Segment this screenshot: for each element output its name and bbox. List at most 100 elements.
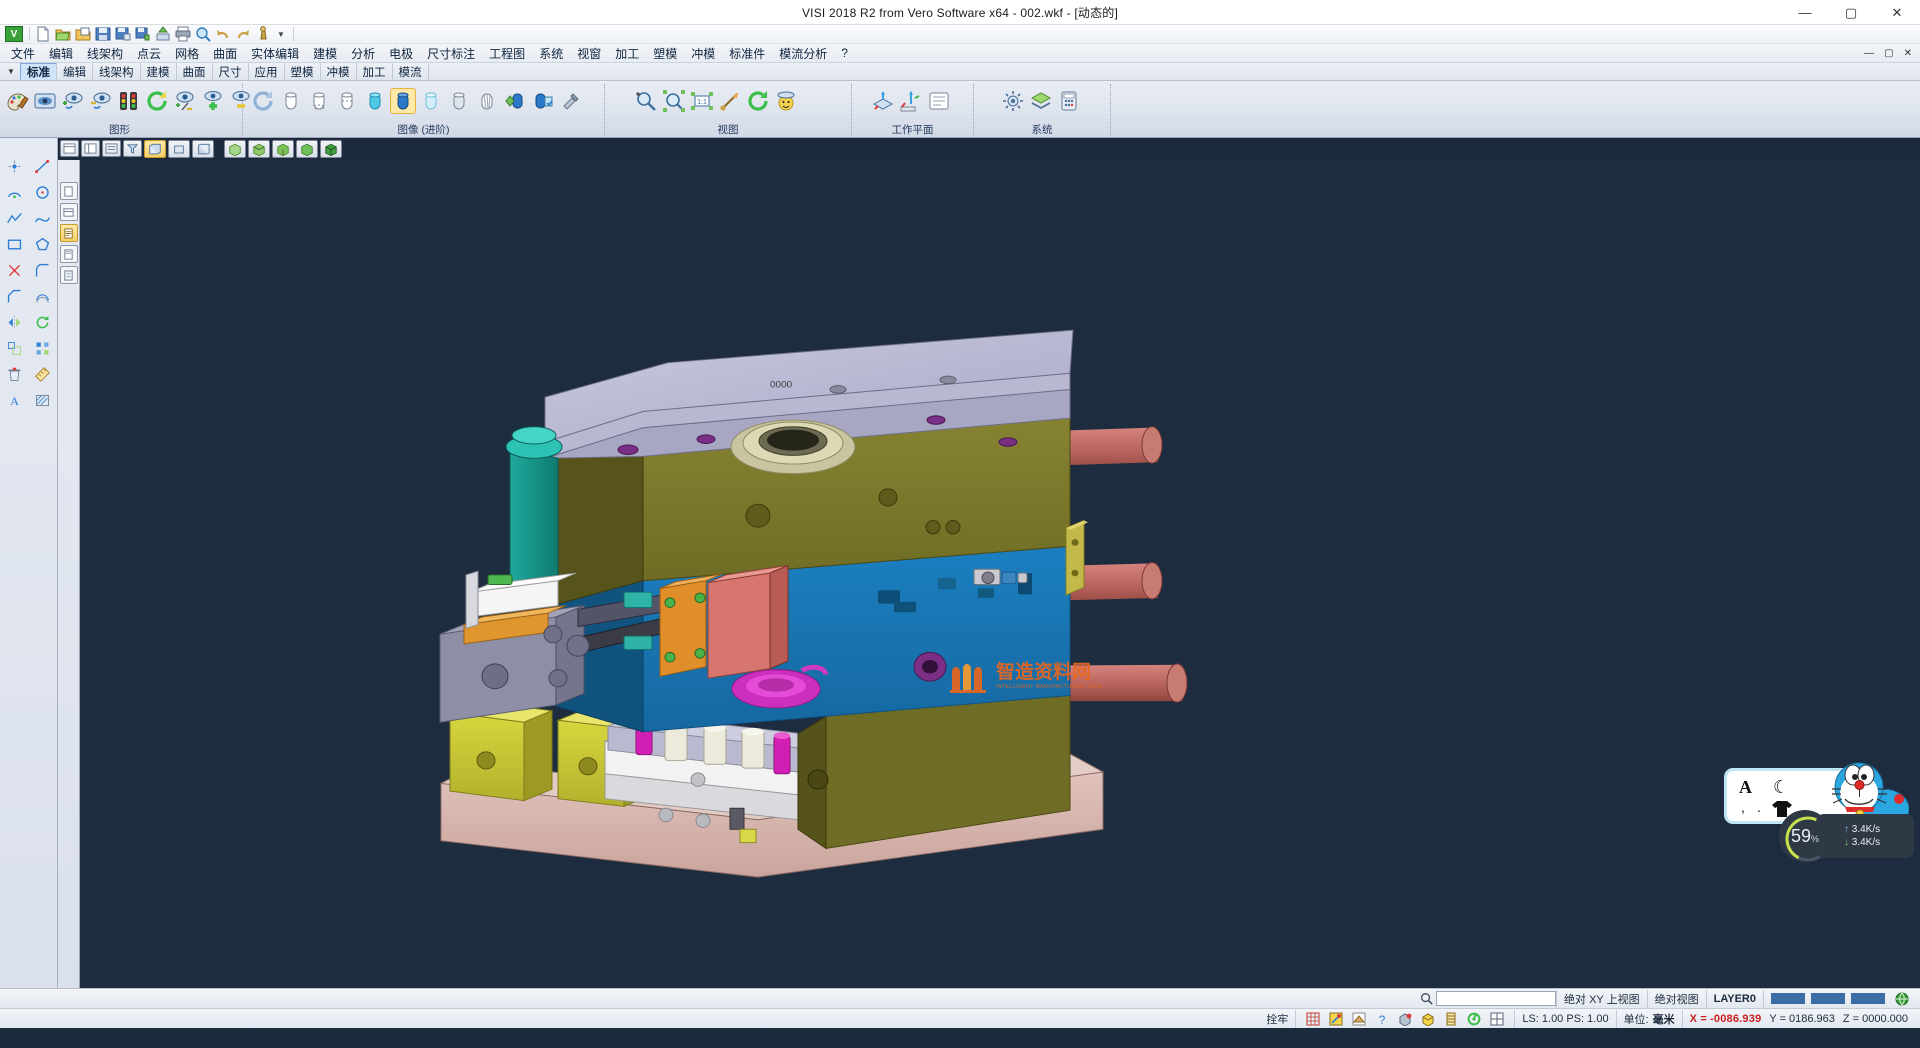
axono-view-icon[interactable]	[320, 140, 342, 158]
redo-icon[interactable]	[235, 26, 251, 42]
overflow-icon[interactable]: ▼	[277, 30, 285, 39]
search-icon[interactable]	[1416, 990, 1436, 1008]
layer-label[interactable]: LAYER0	[1706, 990, 1763, 1008]
system-config-icon[interactable]	[1000, 88, 1026, 114]
menu-item-jiagong[interactable]: 加工	[608, 44, 646, 63]
arc-icon[interactable]	[1, 180, 28, 205]
inner-maximize-button[interactable]: ▢	[1880, 48, 1897, 59]
transparent-icon[interactable]	[418, 88, 444, 114]
top-view-icon[interactable]	[168, 140, 190, 158]
tab-jiagong[interactable]: 加工	[356, 63, 393, 80]
fillet-icon[interactable]	[29, 258, 56, 283]
menu-item-dianji[interactable]: 电极	[382, 44, 420, 63]
3d-viewport[interactable]: 0000	[58, 160, 1920, 988]
menu-item-qumian[interactable]: 曲面	[206, 44, 244, 63]
print-icon[interactable]	[175, 26, 191, 42]
measure-icon[interactable]	[29, 362, 56, 387]
workplane-set-icon[interactable]	[870, 88, 896, 114]
globe-icon[interactable]	[1892, 990, 1912, 1008]
menu-item-wangge[interactable]: 网格	[168, 44, 206, 63]
minimize-button[interactable]: —	[1782, 0, 1828, 25]
array-icon[interactable]	[29, 336, 56, 361]
render-quality-icon[interactable]	[530, 88, 556, 114]
filter-panel-icon[interactable]	[123, 140, 142, 157]
inner-minimize-button[interactable]: —	[1860, 48, 1878, 59]
snap-grid-icon[interactable]	[1303, 1010, 1323, 1028]
system-calc-icon[interactable]	[1056, 88, 1082, 114]
rotate-icon[interactable]	[745, 88, 771, 114]
right-view-icon[interactable]	[224, 140, 246, 158]
polygon-icon[interactable]	[29, 232, 56, 257]
assembly-tab-icon[interactable]	[60, 245, 78, 263]
menu-item-shitibianji[interactable]: 实体编辑	[244, 44, 306, 63]
menu-item-help[interactable]: ?	[834, 45, 855, 61]
pan-icon[interactable]	[717, 88, 743, 114]
snap-mid-icon[interactable]	[1349, 1010, 1369, 1028]
delete-icon[interactable]	[1, 362, 28, 387]
shaded-edges-icon[interactable]	[502, 88, 528, 114]
chevron-down-icon[interactable]: ▼	[2, 63, 20, 80]
text-icon[interactable]: A	[1, 388, 28, 413]
scale-icon[interactable]	[1, 336, 28, 361]
line-icon[interactable]	[29, 154, 56, 179]
open-folder-icon[interactable]	[55, 26, 71, 42]
menu-item-shichuang[interactable]: 视窗	[570, 44, 608, 63]
tab-moliu[interactable]: 模流	[392, 63, 429, 80]
shaded-grey-icon[interactable]	[446, 88, 472, 114]
menu-item-jianmo[interactable]: 建模	[306, 44, 344, 63]
hidden-line-dashed-icon[interactable]	[334, 88, 360, 114]
mesh-icon[interactable]	[474, 88, 500, 114]
macro-icon[interactable]	[255, 26, 271, 42]
snap-list-icon[interactable]	[1441, 1010, 1461, 1028]
tab-bianji[interactable]: 编辑	[56, 63, 93, 80]
inner-close-button[interactable]: ✕	[1900, 48, 1916, 59]
export-icon[interactable]	[155, 26, 171, 42]
menu-item-xitong[interactable]: 系统	[532, 44, 570, 63]
back-view-icon[interactable]	[272, 140, 294, 158]
print-preview-icon[interactable]	[195, 26, 211, 42]
refresh-view-icon[interactable]	[144, 88, 170, 114]
color-chip-3[interactable]	[1851, 993, 1885, 1004]
color-palette-icon[interactable]	[4, 88, 30, 114]
traffic-light-icon[interactable]	[116, 88, 142, 114]
feature-tab-icon[interactable]	[60, 224, 78, 242]
snap-refresh-icon[interactable]	[1464, 1010, 1484, 1028]
zoom-window-icon[interactable]	[633, 88, 659, 114]
snap-help-icon[interactable]: ?	[1372, 1010, 1392, 1028]
new-file-icon[interactable]	[35, 26, 51, 42]
view-mode-label[interactable]: 绝对 XY 上视图	[1556, 990, 1647, 1008]
menu-item-moliufenxi[interactable]: 模流分析	[772, 44, 834, 63]
layer-panel-icon[interactable]	[60, 140, 79, 157]
menu-item-wenjian[interactable]: 文件	[4, 44, 42, 63]
menu-item-bianji[interactable]: 编辑	[42, 44, 80, 63]
toggle-visibility-icon[interactable]	[172, 88, 198, 114]
display-settings-icon[interactable]	[558, 88, 584, 114]
rotate-copy-icon[interactable]	[29, 310, 56, 335]
menu-item-xianjiagou[interactable]: 线架构	[80, 44, 130, 63]
absolute-view-label[interactable]: 绝对视图	[1647, 990, 1706, 1008]
color-chip-2[interactable]	[1811, 993, 1845, 1004]
desktop-gadget[interactable]: A ☾ , .	[1724, 768, 1914, 868]
snap-grid2-icon[interactable]	[1487, 1010, 1507, 1028]
left-view-icon[interactable]	[296, 140, 318, 158]
menu-item-chongmo[interactable]: 冲模	[684, 44, 722, 63]
circle-icon[interactable]	[29, 180, 56, 205]
tab-jianmo[interactable]: 建模	[140, 63, 177, 80]
doc-tab-icon[interactable]	[60, 182, 78, 200]
bottom-view-icon[interactable]	[248, 140, 270, 158]
tab-qumian[interactable]: 曲面	[176, 63, 213, 80]
tree-panel-icon[interactable]	[102, 140, 121, 157]
zoom-all-icon[interactable]	[661, 88, 687, 114]
tab-chongmo[interactable]: 冲模	[320, 63, 357, 80]
hide-entity-icon[interactable]	[88, 88, 114, 114]
hidden-line-icon[interactable]	[306, 88, 332, 114]
workplane-manager-icon[interactable]	[926, 88, 952, 114]
trim-icon[interactable]	[1, 258, 28, 283]
color-chip-1[interactable]	[1771, 993, 1805, 1004]
menu-item-dianyun[interactable]: 点云	[130, 44, 168, 63]
show-entity-icon[interactable]	[60, 88, 86, 114]
rect-icon[interactable]	[1, 232, 28, 257]
wireframe-icon[interactable]	[278, 88, 304, 114]
undo-icon[interactable]	[215, 26, 231, 42]
snap-solid-icon[interactable]	[1418, 1010, 1438, 1028]
